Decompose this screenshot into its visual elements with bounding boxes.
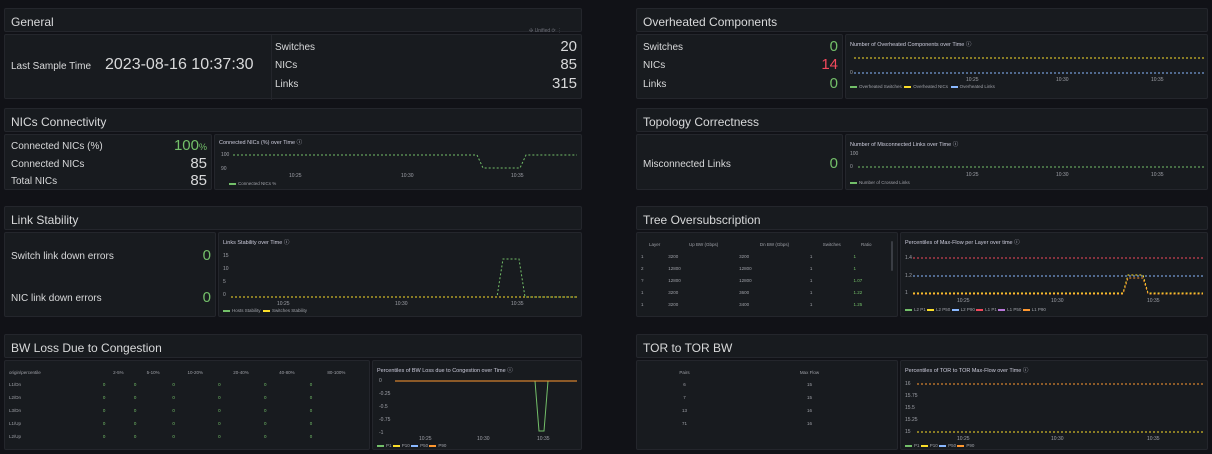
switch-errors-label: Switch link down errors bbox=[11, 251, 114, 262]
table-row: 7 15 bbox=[683, 395, 812, 400]
link-stats-panel: Switch link down errors 0 NIC link down … bbox=[4, 232, 216, 317]
topology-stat-panel: Misconnected Links 0 bbox=[636, 134, 843, 190]
tree-chart-panel: Percentiles of Max-Flow per Layer over t… bbox=[900, 232, 1208, 317]
general-section-header[interactable]: General bbox=[4, 8, 582, 32]
table-row: 71 16 bbox=[681, 421, 812, 426]
table-row: L2/Dn 0 0 0 0 0 0 bbox=[9, 395, 313, 400]
bw-section-header[interactable]: BW Loss Due to Congestion bbox=[4, 334, 582, 358]
overheated-section-header[interactable]: Overheated Components bbox=[636, 8, 1208, 32]
switches-label: Switches bbox=[275, 42, 316, 53]
general-panel: ✣ Unified ⟳ ⋮ Last Sample Time 2023-08-1… bbox=[4, 28, 582, 100]
table-scrollbar[interactable] bbox=[891, 241, 893, 271]
links-value: 315 bbox=[551, 75, 577, 92]
dashboard: General ✣ Unified ⟳ ⋮ Last Sample Time 2… bbox=[0, 0, 1212, 454]
tree-legend[interactable]: L2 P1 L2 P50 L2 P90 L1 P1 L1 P50 L1 P90 bbox=[905, 307, 1046, 312]
nics-stats-panel: Connected NICs (%) 100% Connected NICs 8… bbox=[4, 134, 212, 190]
table-row: L2/Up 0 0 0 0 0 0 bbox=[9, 434, 313, 439]
nics-legend[interactable]: Connected NICs % bbox=[229, 181, 276, 186]
nics-title: NICs Connectivity bbox=[11, 115, 107, 129]
table-row: 1 3200 3400 1 1.25 bbox=[641, 301, 863, 307]
general-title: General bbox=[11, 15, 54, 29]
switch-errors-value: 0 bbox=[202, 247, 211, 264]
topology-legend[interactable]: Number of Crossed Links bbox=[850, 180, 910, 185]
tor-section-header[interactable]: TOR to TOR BW bbox=[636, 334, 1208, 358]
oh-chart bbox=[854, 57, 1204, 74]
table-row: 2 12800 12800 1 1 bbox=[641, 265, 857, 271]
table-row: L1/Dn 0 0 0 0 0 0 bbox=[9, 382, 313, 387]
tor-table-panel[interactable]: Pairs Max Flow 6 15 7 15 13 16 71 16 bbox=[636, 360, 898, 450]
tree-table: Layer Up BW (Gbps) Dn BW (Gbps) Switches Rat… bbox=[641, 239, 879, 310]
links-label: Links bbox=[275, 79, 299, 90]
bw-table: origin\percentile 2-5% 5-10% 10-20% 20-40% 40… bbox=[9, 367, 363, 443]
nics-chart-panel: Connected NICs (%) over Time ⓘ 100 90 10… bbox=[214, 134, 582, 190]
tree-section-header[interactable]: Tree Oversubscription bbox=[636, 206, 1208, 230]
total-nics-value: 85 bbox=[190, 172, 207, 189]
connected-nics-value: 85 bbox=[190, 155, 207, 172]
table-row: 1 3200 3600 1 1.22 bbox=[641, 289, 863, 295]
table-row: L1/Up 0 0 0 0 0 0 bbox=[9, 421, 313, 426]
bw-chart-panel: Percentiles of BW Loss due to Congestion… bbox=[372, 360, 582, 450]
tor-title: TOR to TOR BW bbox=[643, 341, 733, 355]
tor-table: Pairs Max Flow 6 15 7 15 13 16 71 16 bbox=[641, 367, 891, 430]
table-row: 13 16 bbox=[681, 408, 812, 413]
last-sample-label: Last Sample Time bbox=[11, 61, 92, 72]
bw-table-panel[interactable]: origin\percentile 2-5% 5-10% 10-20% 20-40% 40… bbox=[4, 360, 370, 450]
link-chart-panel: Links Stability over Time ⓘ 15 10 5 0 10… bbox=[218, 232, 582, 317]
connected-pct-label: Connected NICs (%) bbox=[11, 141, 103, 152]
tor-chart-panel: Percentiles of TOR to TOR Max-Flow over … bbox=[900, 360, 1208, 450]
link-section-header[interactable]: Link Stability bbox=[4, 206, 582, 230]
oh-links-value: 0 bbox=[829, 75, 838, 92]
nic-errors-value: 0 bbox=[202, 289, 211, 306]
link-title: Link Stability bbox=[11, 213, 79, 227]
link-legend[interactable]: Hosts Stability Switches Stability bbox=[223, 308, 307, 313]
table-row: 1 3200 3200 1 1 bbox=[641, 253, 857, 259]
topology-section-header[interactable]: Topology Correctness bbox=[636, 108, 1208, 132]
oh-nics-label: NICs bbox=[643, 60, 666, 71]
table-row: 6 15 bbox=[683, 382, 812, 387]
total-nics-label: Total NICs bbox=[11, 176, 58, 187]
oh-legend[interactable]: Overheated Switches Overheated NICs Over… bbox=[850, 84, 995, 89]
tree-chart bbox=[913, 257, 1203, 295]
overheated-chart-panel: Number of Overheated Components over Tim… bbox=[845, 34, 1208, 99]
tree-table-panel[interactable]: Layer Up BW (Gbps) Dn BW (Gbps) Switches Rat… bbox=[636, 232, 898, 317]
misconnected-value: 0 bbox=[829, 155, 838, 172]
tree-title: Tree Oversubscription bbox=[643, 213, 761, 227]
overheated-stats-panel: Switches 0 NICs 14 Links 0 bbox=[636, 34, 843, 99]
table-row: ? 12800 12800 1 1.07 bbox=[641, 277, 863, 283]
nics-value: 85 bbox=[560, 56, 577, 73]
topology-chart-panel: Number of Misconnected Links over Time ⓘ… bbox=[845, 134, 1208, 190]
oh-switches-label: Switches bbox=[643, 42, 684, 53]
connected-nics-label: Connected NICs bbox=[11, 159, 85, 170]
oh-nics-value: 14 bbox=[821, 56, 838, 73]
connected-pct-value: 100% bbox=[173, 137, 207, 154]
overheated-title: Overheated Components bbox=[643, 15, 778, 29]
nics-label: NICs bbox=[275, 60, 298, 71]
table-row: L3/Dn 0 0 0 0 0 0 bbox=[9, 408, 313, 413]
topology-title: Topology Correctness bbox=[643, 115, 760, 129]
bw-legend[interactable]: P1 P10 P50 P90 bbox=[377, 443, 446, 448]
last-sample-value: 2023-08-16 10:37:30 bbox=[105, 56, 254, 73]
misconnected-label: Misconnected Links bbox=[643, 159, 731, 170]
nic-errors-label: NIC link down errors bbox=[11, 293, 102, 304]
switches-value: 20 bbox=[560, 38, 577, 55]
tor-legend[interactable]: P1 P10 P50 P90 bbox=[905, 443, 974, 448]
unit-badge[interactable]: ✣ Unified ⟳ ⋮ bbox=[529, 28, 562, 34]
bw-title: BW Loss Due to Congestion bbox=[11, 341, 162, 355]
oh-links-label: Links bbox=[643, 79, 667, 90]
oh-switches-value: 0 bbox=[829, 38, 838, 55]
nics-section-header[interactable]: NICs Connectivity bbox=[4, 108, 582, 132]
